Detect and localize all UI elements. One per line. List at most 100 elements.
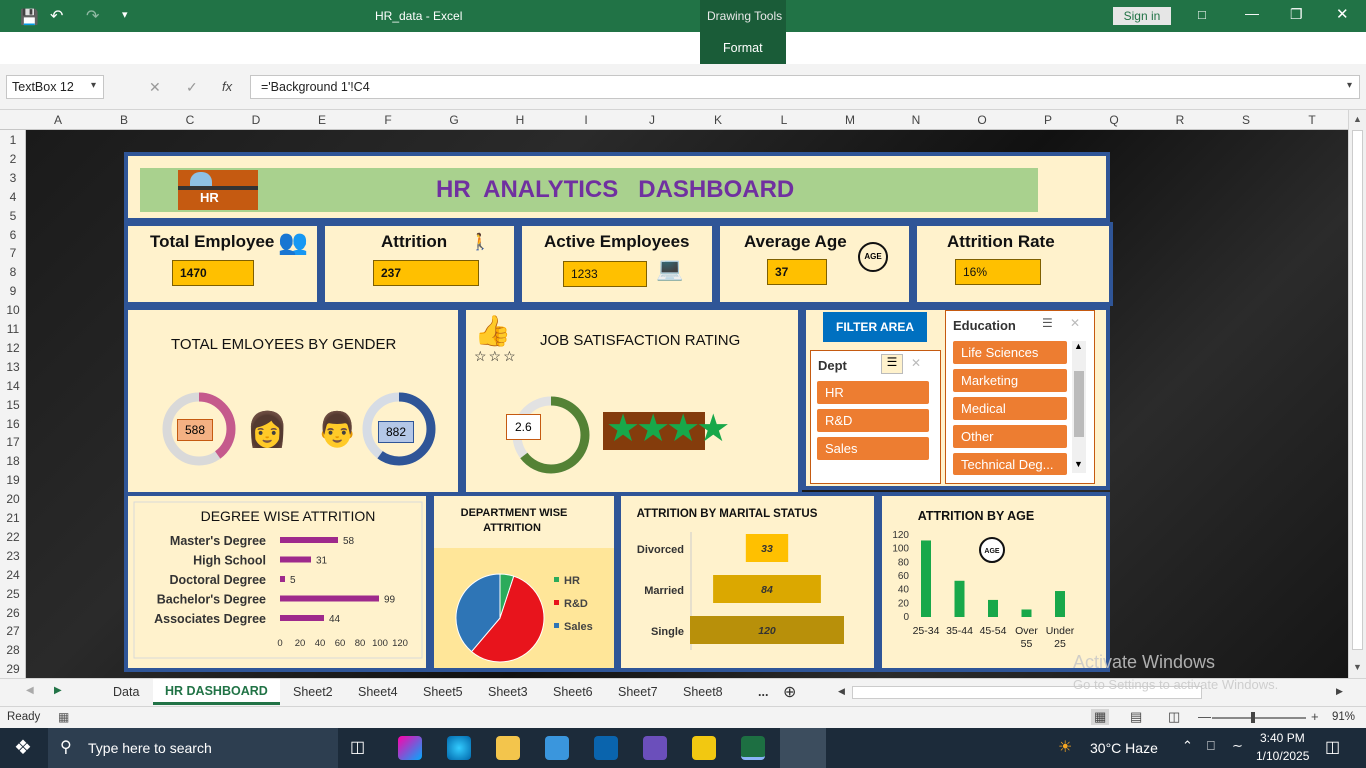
- formula-input[interactable]: ='Background 1'!C4 ▾: [250, 75, 1360, 99]
- redo-icon[interactable]: ↷: [86, 6, 99, 26]
- insert-function-icon[interactable]: fx: [222, 79, 232, 94]
- row-header-12[interactable]: 12: [0, 341, 26, 355]
- edu-item-medical[interactable]: Medical: [953, 397, 1067, 420]
- edu-item-technical[interactable]: Technical Deg...: [953, 453, 1067, 475]
- name-box[interactable]: TextBox 12 ▾: [6, 75, 104, 99]
- sheet-tab-sheet2[interactable]: Sheet2: [293, 685, 333, 699]
- zoom-slider[interactable]: [1212, 717, 1306, 719]
- page-break-view-icon[interactable]: ◫: [1168, 709, 1180, 725]
- sheet-tab-sheet4[interactable]: Sheet4: [358, 685, 398, 699]
- row-header-28[interactable]: 28: [0, 643, 26, 657]
- share-button[interactable]: Share: [1313, 41, 1346, 55]
- ribbon-display-icon[interactable]: □: [1198, 7, 1206, 22]
- chevron-down-icon[interactable]: ▾: [91, 80, 96, 91]
- sheet-tab-data[interactable]: Data: [113, 685, 139, 699]
- zoom-slider-thumb[interactable]: [1251, 712, 1255, 723]
- column-header-E[interactable]: E: [312, 113, 332, 127]
- column-header-N[interactable]: N: [906, 113, 926, 127]
- sheet-tab-sheet5[interactable]: Sheet5: [423, 685, 463, 699]
- row-header-7[interactable]: 7: [0, 246, 26, 260]
- sheet-tab-sheet7[interactable]: Sheet7: [618, 685, 658, 699]
- accessibility-icon[interactable]: ▦: [58, 710, 69, 724]
- edu-item-life-sciences[interactable]: Life Sciences: [953, 341, 1067, 364]
- column-header-P[interactable]: P: [1038, 113, 1058, 127]
- tab-help[interactable]: Help: [657, 41, 683, 55]
- row-header-9[interactable]: 9: [0, 284, 26, 298]
- sheet-tab-sheet8[interactable]: Sheet8: [683, 685, 723, 699]
- row-header-20[interactable]: 20: [0, 492, 26, 506]
- chevron-up-icon[interactable]: ⌃: [1182, 738, 1193, 754]
- zoom-out-icon[interactable]: —: [1198, 709, 1211, 724]
- tab-page-layout[interactable]: Page Layout: [243, 41, 313, 55]
- more-sheets-button[interactable]: ...: [758, 685, 768, 699]
- column-header-D[interactable]: D: [246, 113, 266, 127]
- zoom-level[interactable]: 91%: [1332, 711, 1355, 723]
- scroll-down-icon[interactable]: ▼: [1074, 459, 1083, 469]
- sheet-tab-sheet3[interactable]: Sheet3: [488, 685, 528, 699]
- tab-home[interactable]: Home: [73, 41, 106, 55]
- row-header-21[interactable]: 21: [0, 511, 26, 525]
- wifi-icon[interactable]: ∼: [1232, 738, 1243, 754]
- tab-format[interactable]: Format: [723, 41, 763, 55]
- row-header-23[interactable]: 23: [0, 549, 26, 563]
- powerbi-icon[interactable]: [692, 736, 716, 760]
- edu-item-marketing[interactable]: Marketing: [953, 369, 1067, 392]
- dept-item-hr[interactable]: HR: [817, 381, 929, 404]
- column-header-O[interactable]: O: [972, 113, 992, 127]
- row-header-1[interactable]: 1: [0, 133, 26, 147]
- row-header-13[interactable]: 13: [0, 360, 26, 374]
- tab-draw[interactable]: Draw: [189, 41, 218, 55]
- row-header-15[interactable]: 15: [0, 398, 26, 412]
- slicer-scrollbar[interactable]: ▲ ▼: [1072, 341, 1086, 473]
- excel-icon[interactable]: [741, 736, 765, 760]
- row-header-6[interactable]: 6: [0, 228, 26, 242]
- prev-sheet-icon[interactable]: ◀: [26, 685, 34, 696]
- cancel-icon[interactable]: ✕: [149, 79, 161, 96]
- row-header-18[interactable]: 18: [0, 454, 26, 468]
- column-header-A[interactable]: A: [48, 113, 68, 127]
- scroll-up-icon[interactable]: ▲: [1074, 341, 1083, 351]
- hscroll-left-icon[interactable]: ◀: [838, 686, 845, 697]
- row-header-10[interactable]: 10: [0, 303, 26, 317]
- app-icon[interactable]: [643, 736, 667, 760]
- undo-icon[interactable]: ↶: [50, 6, 63, 26]
- notifications-icon[interactable]: ◫: [1325, 737, 1340, 757]
- row-header-16[interactable]: 16: [0, 417, 26, 431]
- scroll-up-icon[interactable]: ▲: [1353, 114, 1362, 124]
- close-icon[interactable]: ✕: [1336, 5, 1349, 23]
- column-header-I[interactable]: I: [576, 113, 596, 127]
- column-header-S[interactable]: S: [1236, 113, 1256, 127]
- column-header-K[interactable]: K: [708, 113, 728, 127]
- column-header-C[interactable]: C: [180, 113, 200, 127]
- column-header-H[interactable]: H: [510, 113, 530, 127]
- dept-item-rd[interactable]: R&D: [817, 409, 929, 432]
- column-header-T[interactable]: T: [1302, 113, 1322, 127]
- device-icon[interactable]: ⎕: [1207, 738, 1215, 754]
- clock-date[interactable]: 1/10/2025: [1256, 749, 1309, 763]
- scroll-thumb[interactable]: [1352, 130, 1363, 650]
- task-view-icon[interactable]: ◫: [350, 737, 365, 757]
- row-header-25[interactable]: 25: [0, 587, 26, 601]
- outlook-icon[interactable]: [594, 736, 618, 760]
- row-header-5[interactable]: 5: [0, 209, 26, 223]
- sign-in-button[interactable]: Sign in: [1113, 7, 1171, 25]
- edu-item-other[interactable]: Other: [953, 425, 1067, 448]
- tab-view[interactable]: View: [526, 41, 553, 55]
- tab-data[interactable]: Data: [410, 41, 436, 55]
- save-icon[interactable]: 💾: [20, 8, 39, 26]
- column-header-G[interactable]: G: [444, 113, 464, 127]
- zoom-in-icon[interactable]: +: [1311, 709, 1319, 724]
- column-header-M[interactable]: M: [840, 113, 860, 127]
- row-header-19[interactable]: 19: [0, 473, 26, 487]
- scroll-down-icon[interactable]: ▼: [1353, 662, 1362, 672]
- next-sheet-icon[interactable]: ▶: [54, 685, 62, 696]
- column-header-L[interactable]: L: [774, 113, 794, 127]
- customize-qat-icon[interactable]: ▾: [122, 8, 128, 21]
- dept-item-sales[interactable]: Sales: [817, 437, 929, 460]
- sheet-tab-hr-dashboard[interactable]: HR DASHBOARD: [153, 679, 280, 705]
- row-header-11[interactable]: 11: [0, 322, 26, 336]
- clear-filter-icon[interactable]: ✕: [911, 356, 921, 370]
- column-header-R[interactable]: R: [1170, 113, 1190, 127]
- expand-formula-icon[interactable]: ▾: [1347, 80, 1352, 91]
- sheet-tab-sheet6[interactable]: Sheet6: [553, 685, 593, 699]
